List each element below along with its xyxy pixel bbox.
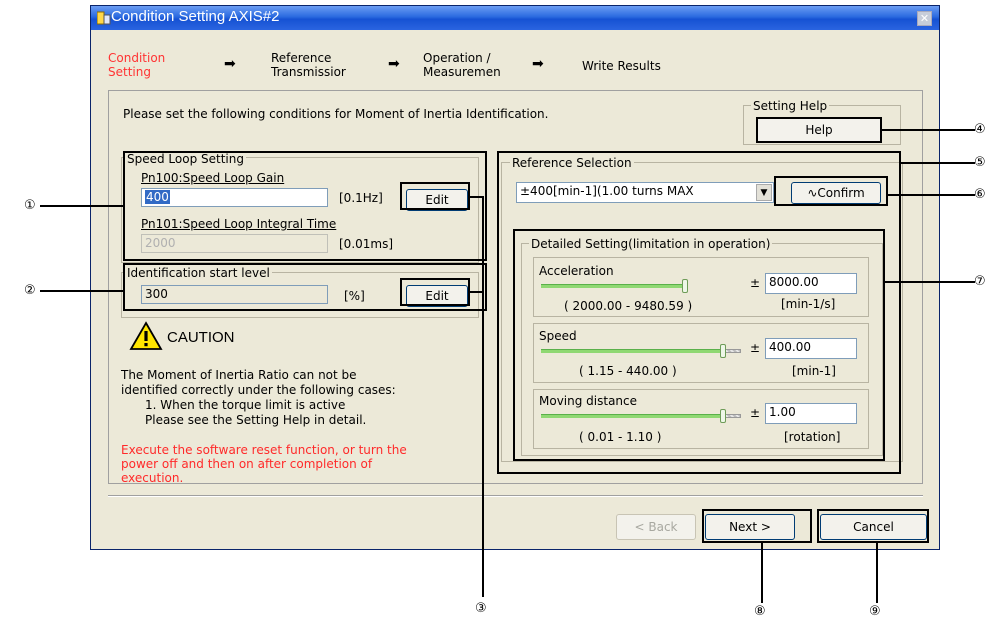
callout-7: ⑦ — [974, 274, 986, 289]
callout-2: ② — [24, 283, 36, 298]
caution-red-text: Execute the software reset function, or … — [121, 443, 407, 483]
callout-6: ⑥ — [974, 187, 986, 202]
highlight-cancel — [817, 509, 929, 543]
callout-line-3 — [482, 196, 484, 597]
callout-5: ⑤ — [974, 155, 986, 170]
highlight-edit-1 — [400, 182, 470, 210]
instruction-text: Please set the following conditions for … — [123, 107, 549, 121]
callout-line-6 — [888, 194, 975, 196]
callout-line-4 — [882, 129, 975, 131]
app-icon — [97, 11, 111, 25]
highlight-next — [702, 509, 812, 543]
step-reference-transmission: Reference Transmissior — [271, 51, 346, 79]
callout-8: ⑧ — [754, 604, 766, 619]
step-arrow-icon: ➡ — [388, 56, 400, 72]
close-icon[interactable]: ✕ — [917, 11, 932, 26]
caution-text: The Moment of Inertia Ratio can not be i… — [121, 368, 396, 427]
window-title: Condition Setting AXIS#2 — [111, 8, 280, 25]
highlight-detailed-setting — [513, 229, 885, 461]
footer-separator — [108, 495, 923, 497]
callout-line-9 — [876, 543, 878, 603]
step-condition-setting: Condition Setting — [108, 51, 166, 79]
callout-line-7 — [885, 281, 975, 283]
setting-help-title: Setting Help — [751, 99, 830, 113]
callout-line-8 — [761, 543, 763, 603]
step-write-results: Write Results — [582, 59, 661, 73]
help-button[interactable]: Help — [758, 119, 880, 141]
step-operation-measurement: Operation / Measuremen — [423, 51, 501, 79]
callout-4: ④ — [974, 122, 986, 137]
step-arrow-icon: ➡ — [532, 56, 544, 72]
warning-icon — [129, 321, 163, 350]
callout-line-2 — [40, 290, 124, 292]
callout-line-5 — [901, 162, 975, 164]
step-arrow-icon: ➡ — [224, 56, 236, 72]
callout-1: ① — [24, 198, 36, 213]
highlight-edit-2 — [400, 278, 470, 306]
back-button[interactable]: < Back — [616, 514, 696, 540]
callout-line-1 — [40, 205, 124, 207]
callout-9: ⑨ — [869, 604, 881, 619]
caution-title: CAUTION — [167, 329, 235, 346]
callout-3: ③ — [475, 601, 487, 616]
highlight-confirm — [774, 176, 888, 206]
title-bar[interactable]: Condition Setting AXIS#2 ✕ — [91, 6, 939, 30]
